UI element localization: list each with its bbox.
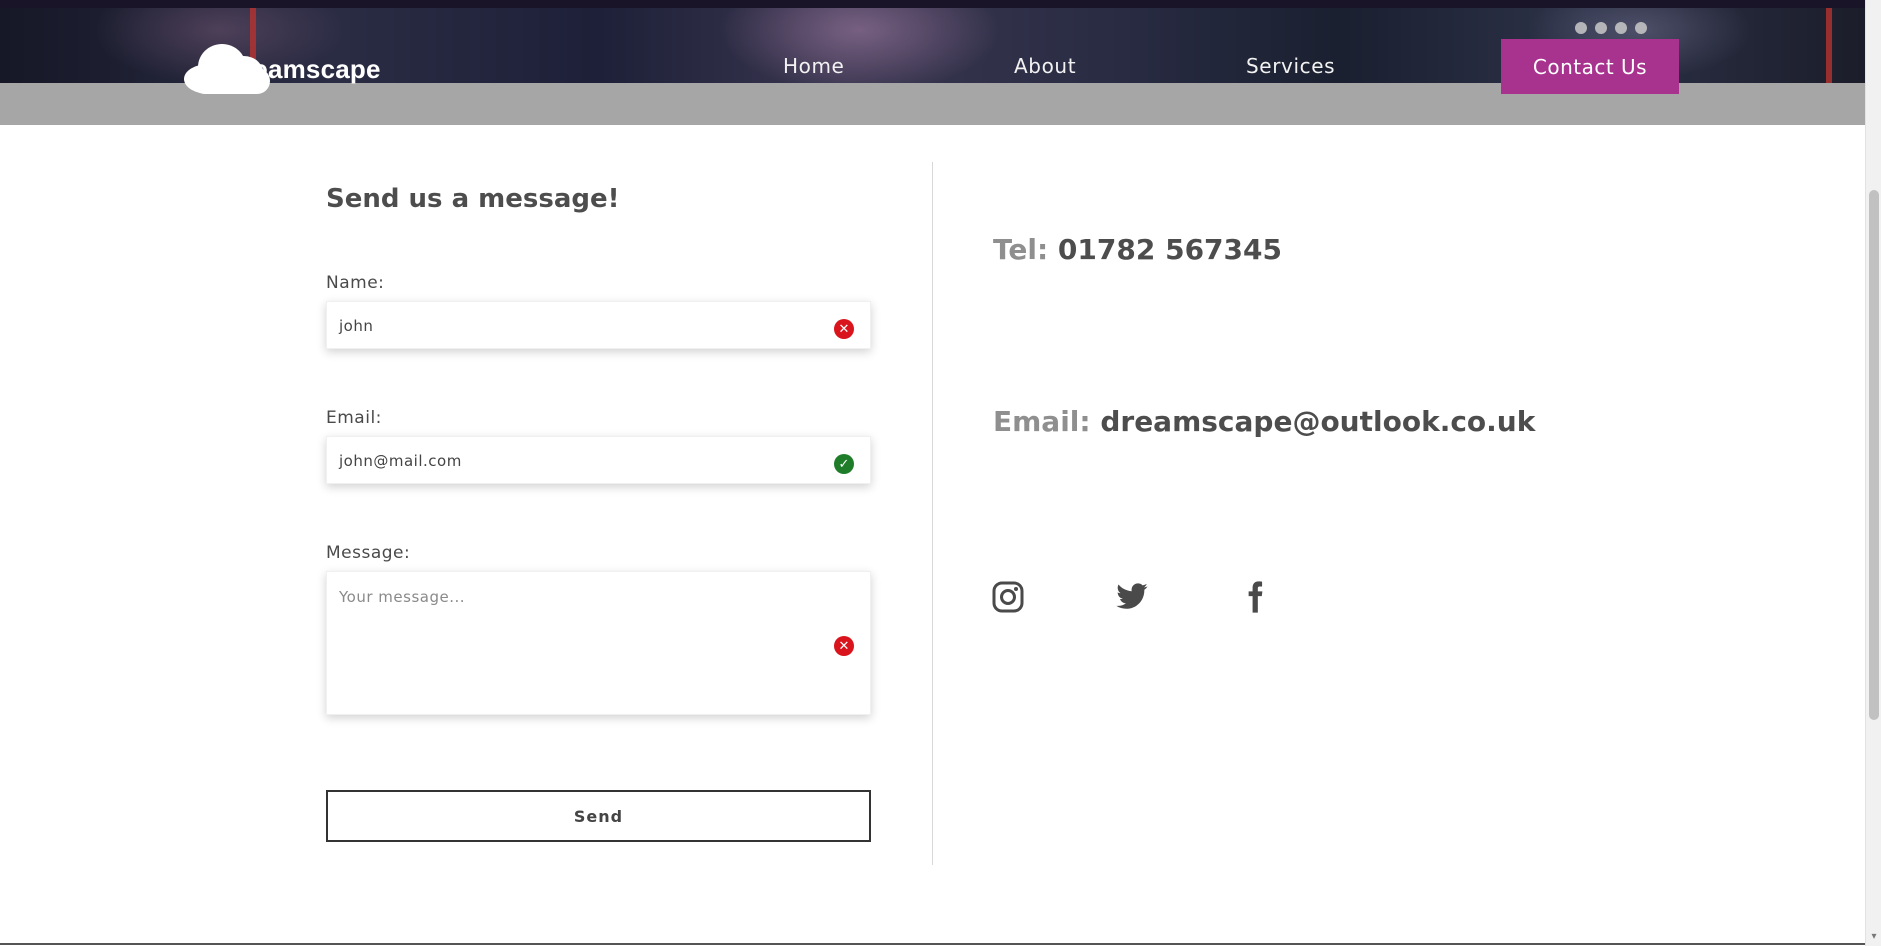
message-textarea[interactable]: Your message... ✕: [326, 571, 871, 715]
message-label: Message:: [326, 543, 411, 563]
tel-label: Tel:: [993, 233, 1049, 266]
carousel-dot[interactable]: [1615, 22, 1627, 34]
tel-value[interactable]: 01782 567345: [1058, 233, 1282, 266]
facebook-icon[interactable]: [1238, 580, 1272, 614]
name-field-value: john: [339, 317, 374, 335]
carousel-dot[interactable]: [1595, 22, 1607, 34]
email-field-value: john@mail.com: [339, 452, 462, 470]
name-label: Name:: [326, 273, 385, 293]
message-placeholder: Your message...: [339, 588, 466, 606]
email-line: Email: dreamscape@outlook.co.uk: [993, 405, 1535, 438]
page-divider: [0, 943, 1865, 945]
carousel-dots: [1575, 22, 1647, 34]
name-field[interactable]: john ✕: [326, 301, 871, 349]
brand-name: Dreamscape: [224, 54, 381, 84]
nav-services[interactable]: Services: [1246, 54, 1335, 78]
nav-about[interactable]: About: [1014, 54, 1076, 78]
hero-decor: [1826, 8, 1832, 83]
error-icon: ✕: [834, 636, 854, 656]
check-icon: ✓: [834, 454, 854, 474]
brand-logo[interactable]: Dreamscape: [184, 38, 384, 94]
scrollbar-thumb[interactable]: [1869, 190, 1879, 720]
tel-line: Tel: 01782 567345: [993, 233, 1282, 266]
contact-us-button[interactable]: Contact Us: [1501, 39, 1679, 94]
carousel-dot[interactable]: [1575, 22, 1587, 34]
email-info-label: Email:: [993, 405, 1091, 438]
nav-home[interactable]: Home: [783, 54, 844, 78]
send-button[interactable]: Send: [326, 790, 871, 842]
column-divider: [932, 162, 933, 865]
carousel-dot[interactable]: [1635, 22, 1647, 34]
vertical-scrollbar[interactable]: ▾: [1865, 0, 1881, 946]
email-info-value[interactable]: dreamscape@outlook.co.uk: [1100, 405, 1535, 438]
email-field[interactable]: john@mail.com ✓: [326, 436, 871, 484]
scroll-down-arrow-icon[interactable]: ▾: [1869, 932, 1879, 942]
error-icon: ✕: [834, 319, 854, 339]
twitter-icon[interactable]: [1115, 580, 1149, 614]
instagram-icon[interactable]: [991, 580, 1025, 614]
email-label: Email:: [326, 408, 382, 428]
form-title: Send us a message!: [326, 184, 620, 214]
